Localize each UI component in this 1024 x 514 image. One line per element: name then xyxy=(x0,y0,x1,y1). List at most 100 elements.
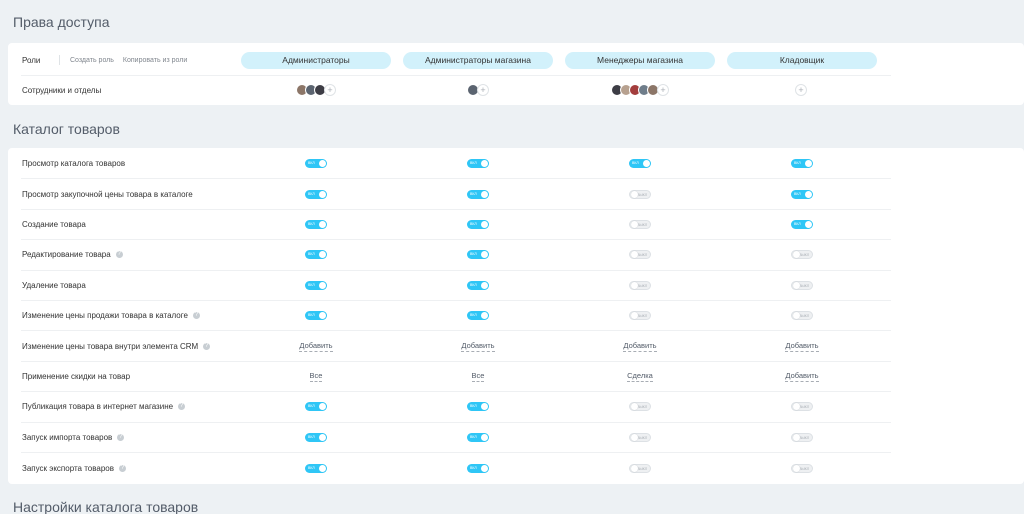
permission-cell: ВКЛ xyxy=(727,149,877,178)
permission-cell: ВЫКЛ xyxy=(565,423,715,452)
permission-toggle[interactable]: ВЫКЛ xyxy=(791,402,813,412)
permission-toggle[interactable]: ВКЛ xyxy=(467,432,489,442)
copy-from-role-link[interactable]: Копировать из роли xyxy=(123,57,187,64)
permission-toggle[interactable]: ВЫКЛ xyxy=(629,189,651,199)
permission-toggle[interactable]: ВКЛ xyxy=(791,219,813,229)
permission-toggle[interactable]: ВКЛ xyxy=(467,189,489,199)
permission-toggle[interactable]: ВЫКЛ xyxy=(629,463,651,473)
permission-cell: ВКЛ xyxy=(403,210,553,239)
permission-cell: ВКЛ xyxy=(403,301,553,330)
permission-label: Публикация товара в интернет магазине xyxy=(22,392,186,421)
permission-toggle[interactable]: ВЫКЛ xyxy=(791,280,813,290)
permission-toggle[interactable]: ВКЛ xyxy=(467,219,489,229)
role-pill[interactable]: Администраторы магазина xyxy=(403,51,553,69)
permission-toggle[interactable]: ВКЛ xyxy=(791,159,813,169)
permission-value-link[interactable]: Добавить xyxy=(461,341,495,352)
permission-value-link[interactable]: Добавить xyxy=(785,341,819,352)
permission-toggle[interactable]: ВКЛ xyxy=(467,159,489,169)
toggle-text: ВКЛ xyxy=(794,161,801,166)
permission-toggle[interactable]: ВКЛ xyxy=(305,250,327,260)
permission-toggle[interactable]: ВЫКЛ xyxy=(791,432,813,442)
add-member-button[interactable]: + xyxy=(324,84,336,96)
permission-value-link[interactable]: Добавить xyxy=(623,341,657,352)
permission-label: Запуск экспорта товаров xyxy=(22,453,126,483)
permission-cell: ВКЛ xyxy=(241,149,391,178)
help-icon[interactable] xyxy=(117,433,125,442)
help-icon[interactable] xyxy=(192,311,200,320)
permission-toggle[interactable]: ВКЛ xyxy=(305,463,327,473)
toggle-knob xyxy=(481,433,488,441)
permission-toggle[interactable]: ВЫКЛ xyxy=(629,250,651,260)
toggle-knob xyxy=(481,160,488,168)
role-pill[interactable]: Менеджеры магазина xyxy=(565,51,715,69)
permission-label-text: Просмотр каталога товаров xyxy=(22,159,126,169)
permission-cell: Сделка xyxy=(565,362,715,391)
create-role-link[interactable]: Создать роль xyxy=(70,57,114,64)
toggle-text: ВЫКЛ xyxy=(799,283,809,288)
permission-label: Удаление товара xyxy=(22,271,86,300)
roles-actions: Создать роль Копировать из роли xyxy=(59,45,196,75)
section-title-catalog: Каталог товаров xyxy=(13,121,120,137)
separator xyxy=(59,55,60,65)
toggle-knob xyxy=(319,433,326,441)
permission-cell: ВКЛ xyxy=(403,240,553,269)
permission-toggle[interactable]: ВКЛ xyxy=(791,189,813,199)
help-icon[interactable] xyxy=(178,402,186,411)
role-pill[interactable]: Администраторы xyxy=(241,51,391,69)
permission-toggle[interactable]: ВКЛ xyxy=(467,250,489,260)
avatar-group: + xyxy=(467,84,489,96)
add-member-button[interactable]: + xyxy=(657,84,669,96)
toggle-text: ВКЛ xyxy=(794,221,801,226)
permission-value-link[interactable]: Все xyxy=(309,371,323,382)
help-icon[interactable] xyxy=(203,342,211,351)
permission-toggle[interactable]: ВЫКЛ xyxy=(629,219,651,229)
permission-toggle[interactable]: ВКЛ xyxy=(305,189,327,199)
permission-toggle[interactable]: ВКЛ xyxy=(629,159,651,169)
toggle-knob xyxy=(805,220,812,228)
toggle-text: ВЫКЛ xyxy=(799,405,809,410)
toggle-text: ВКЛ xyxy=(470,252,477,257)
role-cell: Кладовщик xyxy=(727,45,877,75)
permission-toggle[interactable]: ВЫКЛ xyxy=(629,280,651,290)
permission-toggle[interactable]: ВЫКЛ xyxy=(791,311,813,321)
help-icon[interactable] xyxy=(115,250,123,259)
permission-toggle[interactable]: ВЫКЛ xyxy=(629,402,651,412)
permission-toggle[interactable]: ВКЛ xyxy=(467,311,489,321)
permission-toggle[interactable]: ВКЛ xyxy=(305,311,327,321)
role-cell: Администраторы магазина xyxy=(403,45,553,75)
permission-value-link[interactable]: Добавить xyxy=(299,341,333,352)
toggle-text: ВЫКЛ xyxy=(799,435,809,440)
permission-value-link[interactable]: Все xyxy=(471,371,485,382)
permission-cell: ВЫКЛ xyxy=(565,271,715,300)
add-member-button[interactable]: + xyxy=(477,84,489,96)
toggle-text: ВКЛ xyxy=(470,313,477,318)
role-cell: Менеджеры магазина xyxy=(565,45,715,75)
permission-toggle[interactable]: ВЫКЛ xyxy=(629,311,651,321)
permission-value-link[interactable]: Сделка xyxy=(627,371,653,382)
permission-toggle[interactable]: ВЫКЛ xyxy=(791,250,813,260)
permission-toggle[interactable]: ВКЛ xyxy=(305,280,327,290)
permission-toggle[interactable]: ВКЛ xyxy=(305,159,327,169)
permission-toggle[interactable]: ВКЛ xyxy=(305,219,327,229)
permission-label: Просмотр каталога товаров xyxy=(22,149,125,178)
add-member-button[interactable]: + xyxy=(795,84,807,96)
toggle-text: ВКЛ xyxy=(308,191,315,196)
permission-toggle[interactable]: ВКЛ xyxy=(467,402,489,412)
permission-toggle[interactable]: ВКЛ xyxy=(305,402,327,412)
toggle-text: ВЫКЛ xyxy=(637,314,647,319)
permission-cell: ВКЛ xyxy=(565,149,715,178)
permission-toggle[interactable]: ВЫКЛ xyxy=(629,432,651,442)
permission-toggle[interactable]: ВКЛ xyxy=(305,432,327,442)
permission-toggle[interactable]: ВКЛ xyxy=(467,463,489,473)
permission-label-text: Запуск экспорта товаров xyxy=(22,463,114,473)
toggle-text: ВЫКЛ xyxy=(799,253,809,258)
permission-toggle[interactable]: ВЫКЛ xyxy=(791,463,813,473)
role-pill[interactable]: Кладовщик xyxy=(727,51,877,69)
permission-cell: ВКЛ xyxy=(241,392,391,421)
help-icon[interactable] xyxy=(119,464,126,473)
permission-toggle[interactable]: ВКЛ xyxy=(467,280,489,290)
toggle-knob xyxy=(481,251,488,259)
toggle-knob xyxy=(481,220,488,228)
permission-cell: ВЫКЛ xyxy=(727,423,877,452)
permission-value-link[interactable]: Добавить xyxy=(785,371,819,382)
